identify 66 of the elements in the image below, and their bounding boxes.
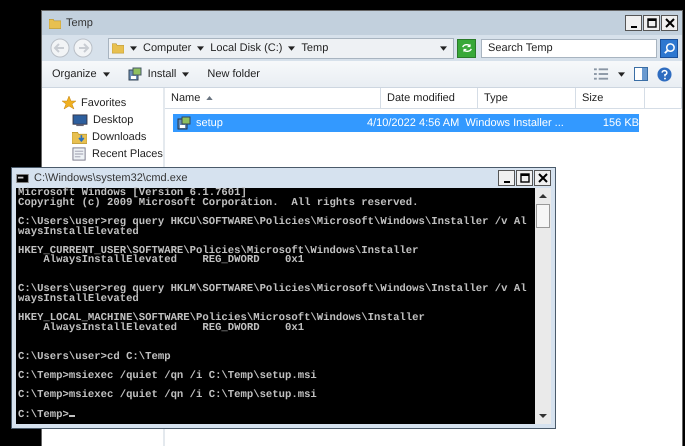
caret-icon[interactable] xyxy=(440,46,447,50)
column-header[interactable]: Name xyxy=(165,88,381,108)
caret-icon xyxy=(182,72,190,76)
monitor-icon xyxy=(72,114,88,126)
search-field[interactable]: Search Temp xyxy=(481,38,657,58)
close-button[interactable] xyxy=(534,170,551,186)
refresh-icon xyxy=(460,42,474,54)
folder-icon xyxy=(49,18,61,28)
column-header[interactable]: Date modified xyxy=(381,88,478,108)
folder-icon xyxy=(72,130,87,144)
window-title: C:\Windows\system32\cmd.exe xyxy=(34,172,188,184)
maximize-button[interactable] xyxy=(643,15,660,31)
caret-icon[interactable] xyxy=(288,46,296,50)
console-line: Copyright (c) 2009 Microsoft Corporation. All rights reserved. xyxy=(18,198,420,208)
column-header[interactable]: Type xyxy=(478,88,576,108)
installer-icon xyxy=(177,116,191,130)
console-prompt: C:\Temp> xyxy=(18,408,69,421)
date-cell-text: 4/10/2022 4:56 AM xyxy=(366,117,460,129)
console-line: C:\Users\user>cd C:\Temp xyxy=(18,352,172,363)
minimize-icon xyxy=(630,26,636,28)
toolbar-button[interactable]: Install xyxy=(126,65,192,83)
console-line: AlwaysInstallElevated REG_DWORD 0x1 xyxy=(42,324,306,334)
close-button[interactable] xyxy=(661,15,678,31)
toolbar-button[interactable]: Organize xyxy=(50,66,112,82)
sidebar-item[interactable]: Favorites xyxy=(56,96,163,110)
search-icon xyxy=(662,42,676,54)
caret-icon[interactable] xyxy=(197,46,204,50)
console-line: AlwaysInstallElevated REG_DWORD 0x1 xyxy=(43,256,304,266)
caret-icon[interactable] xyxy=(130,46,137,50)
minimize-icon xyxy=(504,180,510,182)
type-cell-text: Windows Installer ... xyxy=(464,117,564,129)
toolbar-button[interactable]: New folder xyxy=(205,66,262,82)
installer-icon xyxy=(128,67,142,81)
file-name: setup xyxy=(196,117,223,129)
caret-icon xyxy=(102,72,110,76)
sidebar-item[interactable]: Recent Places xyxy=(56,147,163,161)
minimize-button[interactable] xyxy=(498,170,515,186)
help-icon[interactable] xyxy=(657,66,672,82)
sidebar-item[interactable]: Desktop xyxy=(56,113,163,127)
sidebar-item[interactable]: Downloads xyxy=(56,130,163,144)
console-line: C:\Temp>msiexec /quiet /qn /i C:\Temp\setup.msi xyxy=(18,372,318,382)
refresh-button[interactable] xyxy=(457,38,476,58)
caret-icon[interactable] xyxy=(618,72,625,76)
console-line: C:\Temp>msiexec /quiet /qn /i C:\Temp\setup.msi xyxy=(18,391,318,402)
breadcrumb-item[interactable]: Computer xyxy=(143,42,192,54)
star-icon xyxy=(62,96,76,110)
size-cell-text: 156 KB xyxy=(602,117,639,129)
minimize-button[interactable] xyxy=(625,15,642,31)
cursor xyxy=(68,414,75,417)
address-bar[interactable]: Computer Local Disk (C:) Temp xyxy=(108,38,454,58)
document-icon xyxy=(72,147,87,161)
column-header[interactable]: Size xyxy=(576,88,645,108)
scrollbar-thumb[interactable] xyxy=(536,204,550,228)
folder-icon xyxy=(112,42,124,54)
scrollbar[interactable] xyxy=(535,188,551,424)
console-line: waysInstallElevated xyxy=(18,295,139,305)
window-title: Temp xyxy=(66,17,93,29)
search-button[interactable] xyxy=(660,38,678,58)
breadcrumb-item[interactable]: Temp xyxy=(301,42,328,54)
breadcrumb-item[interactable]: Local Disk (C:) xyxy=(210,42,282,54)
view-options-icon[interactable] xyxy=(594,68,609,80)
console-icon xyxy=(16,174,29,182)
console-line: C:\Users\user>reg query HKCU\SOFTWARE\Policies\Microsoft\Windows\Installer /v Al xyxy=(18,218,528,228)
console-line: waysInstallElevated xyxy=(18,228,139,238)
preview-pane-icon[interactable] xyxy=(634,67,648,81)
maximize-button[interactable] xyxy=(516,170,533,186)
